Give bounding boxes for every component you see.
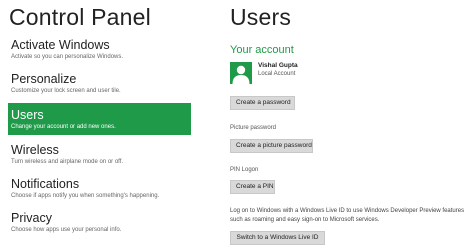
switch-to-live-id-button[interactable]: Switch to a Windows Live ID — [230, 231, 325, 245]
picture-password-label: Picture password — [230, 125, 277, 131]
nav-item-label: Activate Windows — [11, 38, 110, 52]
nav-item-description: Turn wireless and airplane mode on or of… — [11, 159, 124, 165]
create-picture-password-button[interactable]: Create a picture password — [230, 139, 313, 153]
control-panel-title: Control Panel — [9, 4, 151, 30]
user-silhouette-icon — [230, 62, 252, 84]
nav-item-label: Privacy — [11, 211, 52, 225]
nav-item-activate-windows[interactable]: Activate Windows Activate so you can per… — [8, 38, 191, 62]
nav-item-label: Notifications — [11, 177, 80, 191]
nav-item-description: Change your account or add new ones. — [11, 124, 116, 130]
nav-item-description: Customize your lock screen and user tile… — [11, 88, 121, 94]
create-password-button[interactable]: Create a password — [230, 96, 295, 110]
create-pin-button[interactable]: Create a PIN — [230, 180, 275, 194]
account-type: Local Account — [258, 71, 296, 77]
pin-logon-label: PIN Logon — [230, 167, 259, 173]
users-page-title: Users — [230, 4, 292, 30]
nav-item-privacy[interactable]: Privacy Choose how apps use your persona… — [8, 211, 191, 235]
live-id-description: Log on to Windows with a Windows Live ID… — [230, 208, 465, 223]
nav-item-notifications[interactable]: Notifications Choose if apps notify you … — [8, 177, 191, 201]
nav-item-description: Choose how apps use your personal info. — [11, 227, 122, 233]
nav-item-label: Wireless — [11, 143, 59, 157]
account-name: Vishal Gupta — [258, 62, 298, 69]
nav-item-description: Activate so you can personalize Windows. — [11, 54, 124, 60]
your-account-heading: Your account — [230, 44, 294, 56]
nav-item-label: Users — [11, 108, 44, 122]
nav-item-description: Choose if apps notify you when something… — [11, 193, 160, 199]
nav-item-label: Personalize — [11, 72, 77, 86]
nav-item-personalize[interactable]: Personalize Customize your lock screen a… — [8, 72, 191, 96]
nav-item-users[interactable]: Users Change your account or add new one… — [8, 103, 191, 135]
nav-item-wireless[interactable]: Wireless Turn wireless and airplane mode… — [8, 143, 191, 167]
